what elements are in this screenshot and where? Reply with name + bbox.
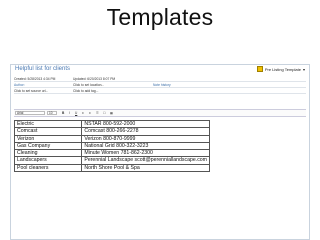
location-field[interactable]: Click to set location... [73, 83, 104, 87]
source-url-field[interactable]: Click to set source url... [14, 89, 48, 93]
note-header: Helpful list for clients Pre Listing Tem… [11, 65, 309, 75]
table-cell[interactable]: Gas Company [13, 141, 83, 151]
table-cell[interactable]: Comcast [13, 127, 83, 136]
note-history-link[interactable]: Note history [153, 83, 171, 87]
contacts-table: Electric NSTAR 800-592-2000 Comcast Comc… [13, 119, 210, 173]
author-field[interactable]: Author: [14, 83, 25, 87]
evernote-screenshot: Helpful list for clients Pre Listing Tem… [10, 64, 310, 240]
table-row: Gas Company National Grid 800-322-3223 [13, 141, 210, 151]
template-label: Pre Listing Template [264, 66, 301, 72]
table-cell[interactable]: Landscapers [13, 156, 83, 165]
table-cell[interactable]: Perennial Landscape scott@perenniallands… [81, 156, 210, 165]
table-cell[interactable]: Cleaning [13, 149, 83, 158]
template-icon [256, 66, 263, 72]
checkbox-icon[interactable]: ☐ [103, 111, 106, 115]
font-size-value: 10 [49, 111, 53, 115]
table-cell[interactable]: North Shore Pool & Spa [81, 163, 210, 173]
table-cell[interactable]: Pool cleaners [13, 163, 83, 173]
table-cell[interactable]: National Grid 800-322-3223 [81, 141, 210, 151]
table-row: Pool cleaners North Shore Pool & Spa [13, 163, 210, 173]
table-cell[interactable]: NSTAR 800-592-2000 [81, 119, 210, 129]
underline-button[interactable]: U [75, 111, 77, 115]
table-cell[interactable]: Verizon [13, 134, 83, 143]
bold-button[interactable]: B [62, 111, 64, 115]
tag-field[interactable]: Click to add tag... [73, 89, 98, 93]
slide-title: Templates [106, 4, 214, 30]
format-toolbar: Arial 10 B I U ≡ ≡ ☰ ☐ ▦ [14, 109, 306, 117]
table-cell[interactable]: Comcast 800-266-2278 [81, 127, 210, 136]
align-center-icon[interactable]: ≡ [89, 111, 91, 115]
table-row: Cleaning Minute Women 781-862-2300 [13, 149, 210, 158]
table-cell[interactable]: Minute Women 781-862-2300 [81, 149, 210, 158]
align-left-icon[interactable]: ≡ [82, 111, 84, 115]
table-cell[interactable]: Electric [13, 119, 83, 129]
created-date: Created: 5/28/2013 4:34 PM [14, 77, 56, 81]
chevron-down-icon: ▾ [302, 66, 305, 72]
table-row: Landscapers Perennial Landscape scott@pe… [13, 156, 210, 165]
table-cell[interactable]: Verizon 800-870-9999 [81, 134, 210, 143]
note-title[interactable]: Helpful list for clients [15, 66, 70, 72]
note-meta: Created: 5/28/2013 4:34 PM Updated: 6/20… [11, 77, 309, 107]
table-icon[interactable]: ▦ [110, 111, 113, 115]
updated-date: Updated: 6/20/2013 8:07 PM [73, 77, 116, 81]
template-selector[interactable]: Pre Listing Template ▾ [256, 66, 305, 72]
italic-button[interactable]: I [69, 111, 70, 115]
bullet-list-icon[interactable]: ☰ [96, 111, 99, 115]
table-row: Electric NSTAR 800-592-2000 [13, 119, 210, 129]
font-family-value: Arial [17, 111, 24, 115]
table-row: Comcast Comcast 800-266-2278 [13, 127, 210, 136]
table-row: Verizon Verizon 800-870-9999 [13, 134, 210, 143]
